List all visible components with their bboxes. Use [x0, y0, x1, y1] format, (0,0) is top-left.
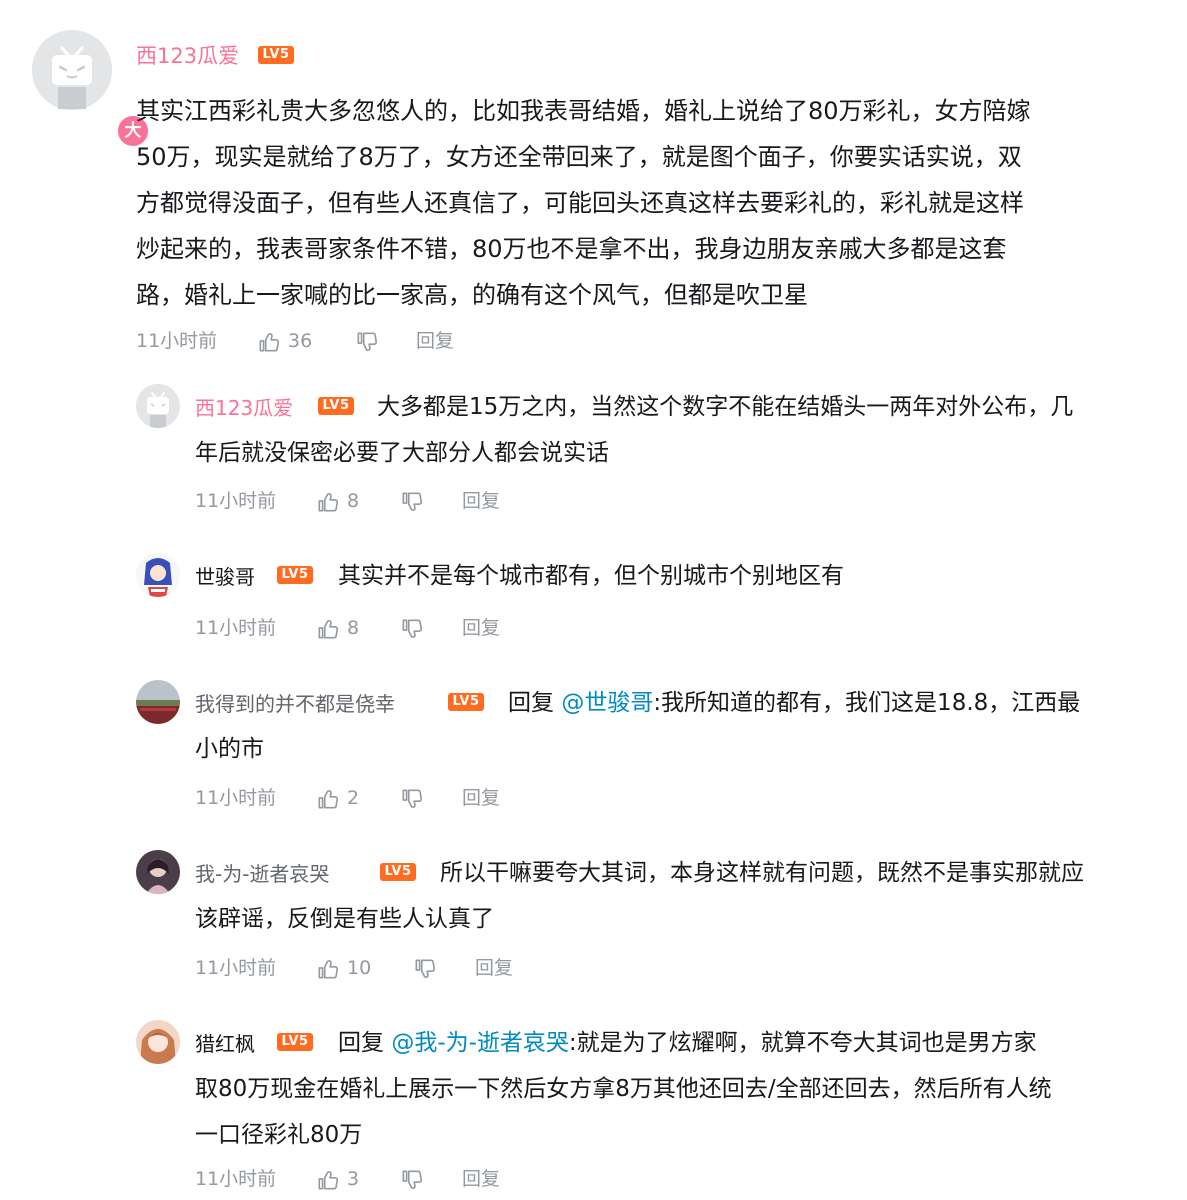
reply-text-line: 所以干嘛要夸大其词，本身这样就有问题，既然不是事实那就应 [440, 860, 1084, 886]
comment-text: 其实江西彩礼贵大多忽悠人的，比如我表哥结婚，婚礼上说给了80万彩礼，女方陪嫁 5… [136, 97, 1031, 309]
avatar[interactable] [136, 553, 180, 597]
portrait-avatar-icon [136, 1020, 180, 1064]
timestamp: 11小时前 [195, 1168, 277, 1190]
reply-text-line: :我所知道的都有，我们这是18.8，江西最 [653, 690, 1081, 716]
level-badge: LV5 [258, 46, 294, 64]
mention-link[interactable]: @世骏哥 [561, 690, 653, 716]
reply-text-rest: 该辟谣，反倒是有些人认真了 [195, 906, 494, 932]
reply-text-line: 其实并不是每个城市都有，但个别城市个别地区有 [338, 563, 844, 589]
dislike-button[interactable] [354, 326, 380, 356]
comment-meta: 11小时前 3 回复 [195, 1164, 595, 1194]
reply-prefix: 回复 [338, 1030, 384, 1056]
reply-text-rest: 小的市 [195, 736, 264, 762]
reply-text: 大多都是15万之内，当然这个数字不能在结婚头一两年对外公布，几年后就没保密必要了… [195, 384, 1175, 476]
dislike-button[interactable] [399, 486, 425, 516]
portrait-avatar-icon [136, 850, 180, 894]
dislike-button[interactable] [399, 1164, 425, 1194]
reply-button[interactable]: 回复 [462, 613, 500, 643]
comment-meta: 11小时前 36 回复 [136, 326, 536, 356]
thumbs-down-icon [415, 959, 436, 978]
reply-prefix: 回复 [508, 690, 554, 716]
reply-text: 回复 @世骏哥:我所知道的都有，我们这是18.8，江西最小的市 [195, 680, 1175, 772]
thumbs-up-icon [318, 789, 339, 808]
timestamp: 11小时前 [195, 957, 277, 979]
avatar[interactable] [136, 1020, 180, 1064]
comment-meta: 11小时前 10 回复 [195, 953, 595, 983]
like-count: 10 [347, 957, 372, 979]
reply-text: 其实并不是每个城市都有，但个别城市个别地区有 [195, 553, 1175, 599]
anime-avatar-icon [136, 553, 180, 597]
comment-meta: 11小时前 8 回复 [195, 486, 595, 516]
like-count: 8 [347, 490, 360, 512]
avatar[interactable]: 大 [32, 30, 150, 148]
avatar[interactable] [136, 384, 180, 428]
like-button[interactable]: 3 [315, 1164, 359, 1194]
mention-link[interactable]: @我-为-逝者哀哭 [391, 1030, 569, 1056]
like-count: 3 [347, 1168, 360, 1190]
landscape-avatar-icon [136, 680, 180, 724]
reply-button[interactable]: 回复 [475, 953, 513, 983]
reply-text: 所以干嘛要夸大其词，本身这样就有问题，既然不是事实那就应该辟谣，反倒是有些人认真… [195, 850, 1175, 942]
like-count: 8 [347, 617, 360, 639]
thumbs-down-icon [402, 1170, 423, 1189]
reply-text-rest: 年后就没保密必要了大部分人都会说实话 [195, 440, 609, 466]
thumbs-up-icon [318, 1170, 339, 1189]
thumbs-up-icon [318, 619, 339, 638]
thumbs-down-icon [402, 789, 423, 808]
reply-button[interactable]: 回复 [462, 783, 500, 813]
username[interactable]: 西123瓜爱 [136, 40, 239, 70]
timestamp: 11小时前 [195, 490, 277, 512]
thumbs-up-icon [318, 959, 339, 978]
reply-text-rest: 取80万现金在婚礼上展示一下然后女方拿8万其他还回去/全部还回去，然后所有人统 … [195, 1076, 1052, 1148]
comment-meta: 11小时前 8 回复 [195, 613, 595, 643]
dislike-button[interactable] [399, 613, 425, 643]
reply-button[interactable]: 回复 [462, 1164, 500, 1194]
reply-text: 回复 @我-为-逝者哀哭:就是为了炫耀啊，就算不夸大其词也是男方家取80万现金在… [195, 1020, 1175, 1158]
like-count: 2 [347, 787, 360, 809]
avatar[interactable] [136, 850, 180, 894]
like-button[interactable]: 2 [315, 783, 359, 813]
timestamp: 11小时前 [195, 787, 277, 809]
thumbs-up-icon [259, 332, 280, 351]
tv-mascot-icon [136, 384, 180, 428]
like-count: 36 [288, 330, 313, 352]
thumbs-down-icon [402, 492, 423, 511]
reply-text-line: 大多都是15万之内，当然这个数字不能在结婚头一两年对外公布，几 [377, 394, 1074, 420]
reply-button[interactable]: 回复 [416, 326, 454, 356]
dislike-button[interactable] [399, 783, 425, 813]
thumbs-down-icon [357, 332, 378, 351]
like-button[interactable]: 8 [315, 486, 359, 516]
thumbs-up-icon [318, 492, 339, 511]
like-button[interactable]: 36 [256, 326, 312, 356]
thumbs-down-icon [402, 619, 423, 638]
reply-button[interactable]: 回复 [462, 486, 500, 516]
tv-mascot-icon [32, 30, 112, 110]
comment-meta: 11小时前 2 回复 [195, 783, 595, 813]
dislike-button[interactable] [412, 953, 438, 983]
reply-text-line: :就是为了炫耀啊，就算不夸大其词也是男方家 [568, 1030, 1037, 1056]
avatar[interactable] [136, 680, 180, 724]
like-button[interactable]: 10 [315, 953, 371, 983]
timestamp: 11小时前 [195, 617, 277, 639]
like-button[interactable]: 8 [315, 613, 359, 643]
timestamp: 11小时前 [136, 330, 218, 352]
